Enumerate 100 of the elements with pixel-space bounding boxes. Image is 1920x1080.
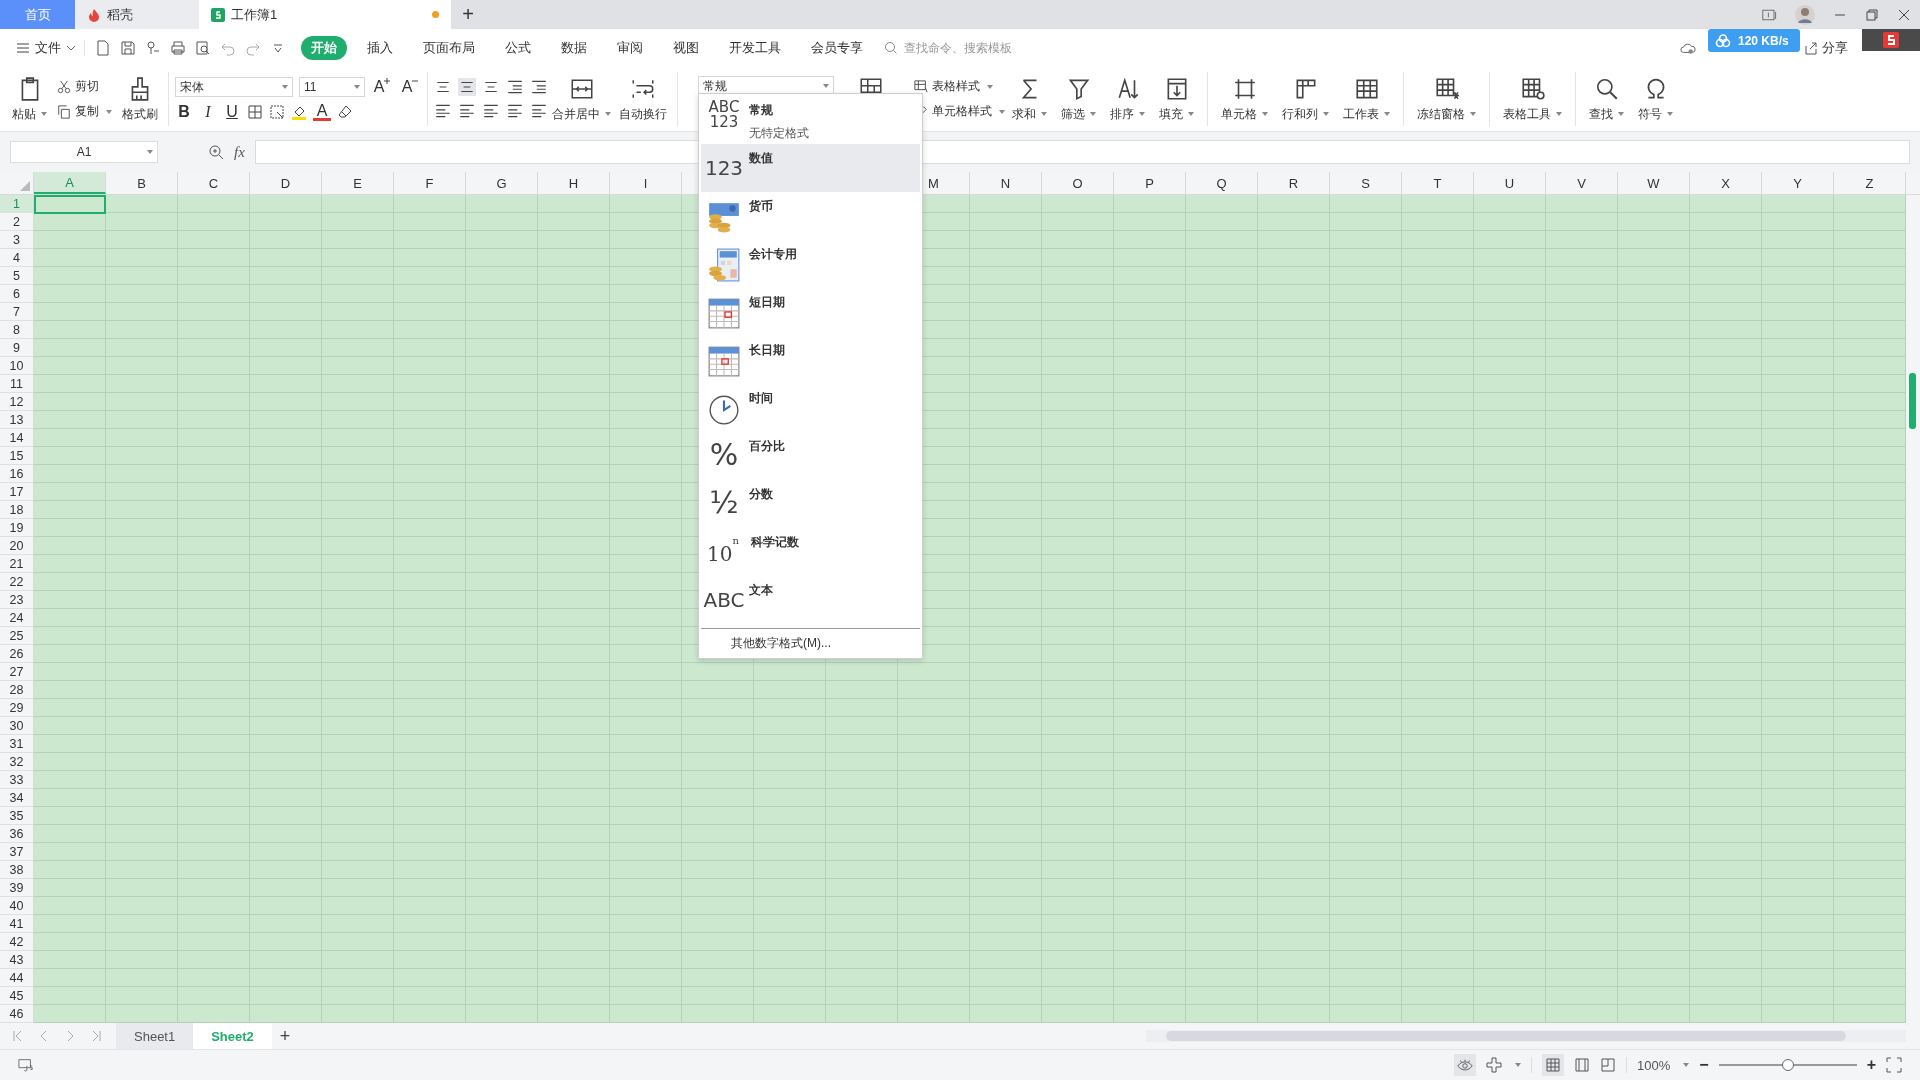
format-option[interactable]: 10 $^{n}$ 科学记数: [701, 528, 920, 576]
row-header[interactable]: 3: [0, 231, 33, 249]
ribbon-tool-button[interactable]: 冻结窗格: [1410, 75, 1483, 123]
column-header[interactable]: T: [1402, 172, 1474, 194]
ribbon-tab[interactable]: 开发工具: [719, 36, 791, 60]
row-header[interactable]: 38: [0, 861, 33, 879]
zoom-in-button[interactable]: +: [1866, 1056, 1876, 1074]
fullscreen-icon[interactable]: [1886, 1057, 1902, 1073]
font-name-field[interactable]: 宋体: [175, 77, 293, 97]
italic-button[interactable]: I: [199, 103, 217, 121]
cut-button[interactable]: 剪切: [57, 78, 112, 95]
function-button[interactable]: fx: [234, 143, 245, 161]
page-layout-icon[interactable]: [1574, 1057, 1591, 1073]
row-header[interactable]: 2: [0, 213, 33, 231]
ribbon-tool-button[interactable]: 排序: [1103, 75, 1152, 123]
align-icon[interactable]: [530, 78, 548, 96]
row-header[interactable]: 23: [0, 591, 33, 609]
number-format-field[interactable]: 常规: [698, 76, 834, 96]
file-menu[interactable]: 文件: [0, 39, 84, 57]
align-icon[interactable]: [458, 102, 476, 120]
row-header[interactable]: 15: [0, 447, 33, 465]
workbook-tab[interactable]: 工作簿1: [199, 0, 451, 29]
row-header[interactable]: 39: [0, 879, 33, 897]
horizontal-scrollbar[interactable]: [1146, 1030, 1906, 1042]
ribbon-tab[interactable]: 数据: [551, 36, 597, 60]
format-painter-button[interactable]: 格式刷: [118, 75, 162, 123]
ribbon-tool-button[interactable]: 求和: [1005, 75, 1054, 123]
normal-view-icon[interactable]: [1542, 1054, 1565, 1076]
column-header[interactable]: N: [970, 172, 1042, 194]
new-tab-button[interactable]: +: [451, 0, 485, 29]
row-header[interactable]: 45: [0, 987, 33, 1005]
last-sheet-icon[interactable]: [90, 1030, 102, 1042]
format-option[interactable]: 123 数值: [701, 144, 920, 192]
row-header[interactable]: 34: [0, 789, 33, 807]
row-header[interactable]: 9: [0, 339, 33, 357]
row-header[interactable]: 8: [0, 321, 33, 339]
align-icon[interactable]: [458, 78, 476, 96]
ribbon-tool-button[interactable]: 单元格: [1214, 75, 1275, 123]
slider-thumb[interactable]: [1781, 1059, 1794, 1071]
column-header[interactable]: I: [610, 172, 682, 194]
row-header[interactable]: 5: [0, 267, 33, 285]
column-header[interactable]: V: [1546, 172, 1618, 194]
row-header[interactable]: 29: [0, 699, 33, 717]
column-header[interactable]: E: [322, 172, 394, 194]
row-header[interactable]: 7: [0, 303, 33, 321]
copy-button[interactable]: 复制: [57, 103, 112, 120]
input-method-toolbar[interactable]: [1862, 29, 1920, 51]
row-header[interactable]: 19: [0, 519, 33, 537]
column-header[interactable]: D: [250, 172, 322, 194]
restore-icon[interactable]: [1864, 6, 1880, 23]
row-header[interactable]: 4: [0, 249, 33, 267]
wrap-text-button[interactable]: 自动换行: [615, 75, 671, 123]
column-header[interactable]: Q: [1186, 172, 1258, 194]
column-header[interactable]: O: [1042, 172, 1114, 194]
scroll-thumb[interactable]: [1909, 373, 1916, 429]
cell-grid[interactable]: [34, 195, 1906, 1023]
ribbon-tab[interactable]: 公式: [495, 36, 541, 60]
ribbon-tool-button[interactable]: 工作表: [1336, 75, 1397, 123]
row-header[interactable]: 42: [0, 933, 33, 951]
align-icon[interactable]: [482, 102, 500, 120]
row-header[interactable]: 31: [0, 735, 33, 753]
row-header[interactable]: 37: [0, 843, 33, 861]
format-option[interactable]: 短日期: [701, 288, 920, 336]
zoom-out-button[interactable]: −: [1699, 1056, 1709, 1074]
cloud-icon[interactable]: [1680, 40, 1696, 56]
row-header[interactable]: 21: [0, 555, 33, 573]
ribbon-tab[interactable]: 页面布局: [413, 36, 485, 60]
row-header[interactable]: 43: [0, 951, 33, 969]
row-header[interactable]: 40: [0, 897, 33, 915]
row-header[interactable]: 22: [0, 573, 33, 591]
print-icon[interactable]: [170, 40, 186, 56]
ribbon-tool-button[interactable]: 填充: [1152, 75, 1201, 123]
align-icon[interactable]: [506, 78, 524, 96]
format-option[interactable]: 会计专用: [701, 240, 920, 288]
column-header[interactable]: B: [106, 172, 178, 194]
format-option[interactable]: 货币: [701, 192, 920, 240]
fill-pattern-icon[interactable]: [269, 104, 285, 120]
row-header[interactable]: 6: [0, 285, 33, 303]
format-option[interactable]: ABC 文本: [701, 576, 920, 624]
merge-center-button[interactable]: 合并居中: [548, 75, 615, 123]
row-header[interactable]: 25: [0, 627, 33, 645]
eraser-icon[interactable]: [337, 104, 353, 120]
new-file-icon[interactable]: [95, 40, 111, 56]
underline-button[interactable]: U: [223, 103, 241, 121]
column-header[interactable]: X: [1690, 172, 1762, 194]
paste-button[interactable]: 粘贴: [8, 75, 51, 123]
format-option[interactable]: 长日期: [701, 336, 920, 384]
ribbon-tool-button[interactable]: 符号: [1631, 75, 1680, 123]
align-icon[interactable]: [530, 102, 548, 120]
share-button[interactable]: 分享: [1804, 39, 1848, 57]
align-icon[interactable]: [434, 102, 452, 120]
font-size-field[interactable]: 11: [299, 77, 365, 97]
name-box[interactable]: A1: [10, 141, 158, 163]
vertical-scrollbar[interactable]: [1906, 195, 1920, 1023]
save-icon[interactable]: [120, 40, 136, 56]
align-icon[interactable]: [506, 102, 524, 120]
more-formats-item[interactable]: 其他数字格式(M)...: [701, 628, 920, 656]
macro-icon[interactable]: [18, 1057, 34, 1073]
row-header[interactable]: 27: [0, 663, 33, 681]
fill-color-icon[interactable]: [291, 104, 307, 120]
